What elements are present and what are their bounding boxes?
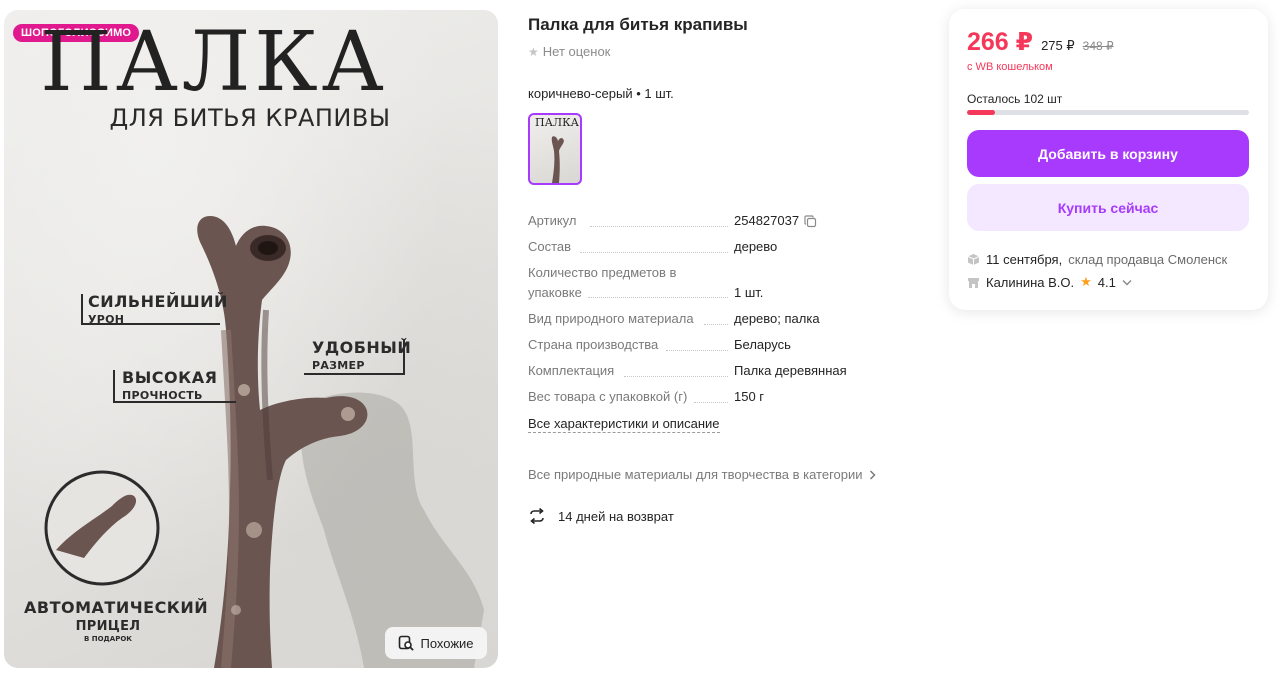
returns-info: 14 дней на возврат bbox=[528, 507, 674, 525]
spec-key-cont: упаковке bbox=[528, 285, 582, 300]
spec-row-weight: Вес товара с упаковкой (г) 150 г bbox=[528, 389, 928, 407]
box-icon bbox=[967, 254, 980, 265]
spec-value: 1 шт. bbox=[734, 285, 764, 300]
callout-aim-gift: В ПОДАРОК bbox=[83, 635, 133, 643]
spec-value: дерево bbox=[734, 239, 778, 254]
callout-damage-title: СИЛЬНЕЙШИЙ bbox=[88, 292, 228, 311]
variant-label: коричнево-серый • 1 шт. bbox=[528, 86, 674, 101]
rating-text: Нет оценок bbox=[542, 44, 611, 59]
add-to-cart-button[interactable]: Добавить в корзину bbox=[967, 130, 1249, 177]
similar-label: Похожие bbox=[420, 635, 474, 651]
similar-button[interactable]: Похожие bbox=[385, 627, 487, 659]
spec-value: 254827037 bbox=[734, 213, 800, 228]
delivery-info: 11 сентября, склад продавца Смоленск bbox=[967, 252, 1227, 267]
seller-rating: 4.1 bbox=[1097, 274, 1116, 290]
callout-strength-sub: ПРОЧНОСТЬ bbox=[122, 389, 203, 402]
buy-now-button[interactable]: Купить сейчас bbox=[967, 184, 1249, 231]
spec-leader bbox=[704, 324, 728, 325]
spec-row-material: Вид природного материала дерево; палка bbox=[528, 311, 928, 329]
spec-leader bbox=[624, 376, 728, 377]
spec-value: дерево; палка bbox=[734, 311, 820, 326]
callout-damage-sub: УРОН bbox=[88, 313, 125, 326]
spec-key: Состав bbox=[528, 239, 572, 254]
copy-icon[interactable] bbox=[804, 215, 817, 228]
old-price: 348 ₽ bbox=[1082, 39, 1114, 53]
spec-key: Количество предметов в bbox=[528, 265, 677, 280]
spec-key: Страна производства bbox=[528, 337, 659, 352]
price-row: 266 ₽ 275 ₽ 348 ₽ bbox=[967, 27, 1114, 57]
seller-row[interactable]: Калинина В.О. ★ 4.1 bbox=[967, 274, 1132, 290]
spec-value: Беларусь bbox=[734, 337, 791, 352]
product-title: Палка для битья крапивы bbox=[528, 15, 748, 34]
similar-search-icon bbox=[399, 635, 414, 651]
spec-leader bbox=[666, 350, 728, 351]
spec-row-country: Страна производства Беларусь bbox=[528, 337, 928, 355]
stock-bar bbox=[967, 110, 1249, 115]
returns-label: 14 дней на возврат bbox=[558, 508, 674, 524]
star-icon: ★ bbox=[1080, 274, 1092, 289]
category-link[interactable]: Все природные материалы для творчества в… bbox=[528, 467, 876, 482]
wallet-note[interactable]: с WB кошельком bbox=[967, 61, 1053, 73]
spec-row-composition: Состав дерево bbox=[528, 239, 928, 257]
callout-strength-title: ВЫСОКАЯ bbox=[122, 368, 218, 387]
price-card: 266 ₽ 275 ₽ 348 ₽ с WB кошельком Осталос… bbox=[949, 9, 1268, 310]
callout-aim: АВТОМАТИЧЕСКИЙ ПРИЦЕЛ В ПОДАРОК bbox=[24, 598, 209, 643]
spec-row-quantity: Количество предметов в упаковке 1 шт. bbox=[528, 265, 928, 301]
callout-aim-title: АВТОМАТИЧЕСКИЙ bbox=[24, 598, 209, 617]
callout-size-title: УДОБНЫЙ bbox=[312, 338, 412, 357]
delivery-place: склад продавца Смоленск bbox=[1068, 252, 1228, 267]
spec-row-kit: Комплектация Палка деревянная bbox=[528, 363, 928, 381]
price-without-wallet: 275 ₽ bbox=[1041, 38, 1075, 53]
spec-key: Вес товара с упаковкой (г) bbox=[528, 389, 688, 404]
callout-size: УДОБНЫЙ РАЗМЕР bbox=[312, 338, 412, 372]
callout-size-sub: РАЗМЕР bbox=[312, 359, 365, 372]
current-price: 266 ₽ bbox=[967, 28, 1034, 56]
shop-icon bbox=[968, 277, 979, 288]
thumbnail-stick-icon bbox=[551, 136, 564, 183]
spec-leader bbox=[590, 226, 728, 227]
rating-row[interactable]: ★ Нет оценок bbox=[528, 44, 610, 59]
spec-key: Комплектация bbox=[528, 363, 615, 378]
stock-bar-fill bbox=[967, 110, 996, 115]
spec-leader bbox=[694, 402, 728, 403]
spec-value: 150 г bbox=[734, 389, 765, 404]
stock-text: Осталось 102 шт bbox=[967, 92, 1063, 106]
spec-value: Палка деревянная bbox=[734, 363, 847, 378]
chevron-right-icon bbox=[869, 469, 876, 480]
spec-leader bbox=[580, 252, 728, 253]
spec-key: Артикул bbox=[528, 213, 577, 228]
chevron-down-icon[interactable] bbox=[1122, 279, 1132, 286]
stick-illustration bbox=[44, 216, 484, 668]
return-arrows-icon bbox=[530, 507, 544, 525]
callout-aim-sub: ПРИЦЕЛ bbox=[75, 619, 141, 634]
callout-damage: СИЛЬНЕЙШИЙ УРОН bbox=[88, 292, 228, 326]
spec-leader bbox=[588, 297, 728, 298]
delivery-date: 11 сентября, bbox=[986, 252, 1063, 267]
category-link-label: Все природные материалы для творчества в… bbox=[528, 467, 863, 482]
spec-key: Вид природного материала bbox=[528, 311, 694, 326]
spec-row-article: Артикул 254827037 bbox=[528, 213, 928, 231]
star-icon: ★ bbox=[528, 44, 539, 59]
variant-thumbnail[interactable]: ПАЛКА bbox=[528, 113, 582, 185]
callout-strength: ВЫСОКАЯ ПРОЧНОСТЬ bbox=[122, 368, 218, 402]
seller-name: Калинина В.О. bbox=[986, 274, 1075, 290]
all-specs-link[interactable]: Все характеристики и описание bbox=[528, 416, 720, 433]
product-photo[interactable]: ШОПОГОЛИССИМО ПАЛКА ДЛЯ БИТЬЯ КРАПИВЫ СИ… bbox=[4, 10, 498, 668]
